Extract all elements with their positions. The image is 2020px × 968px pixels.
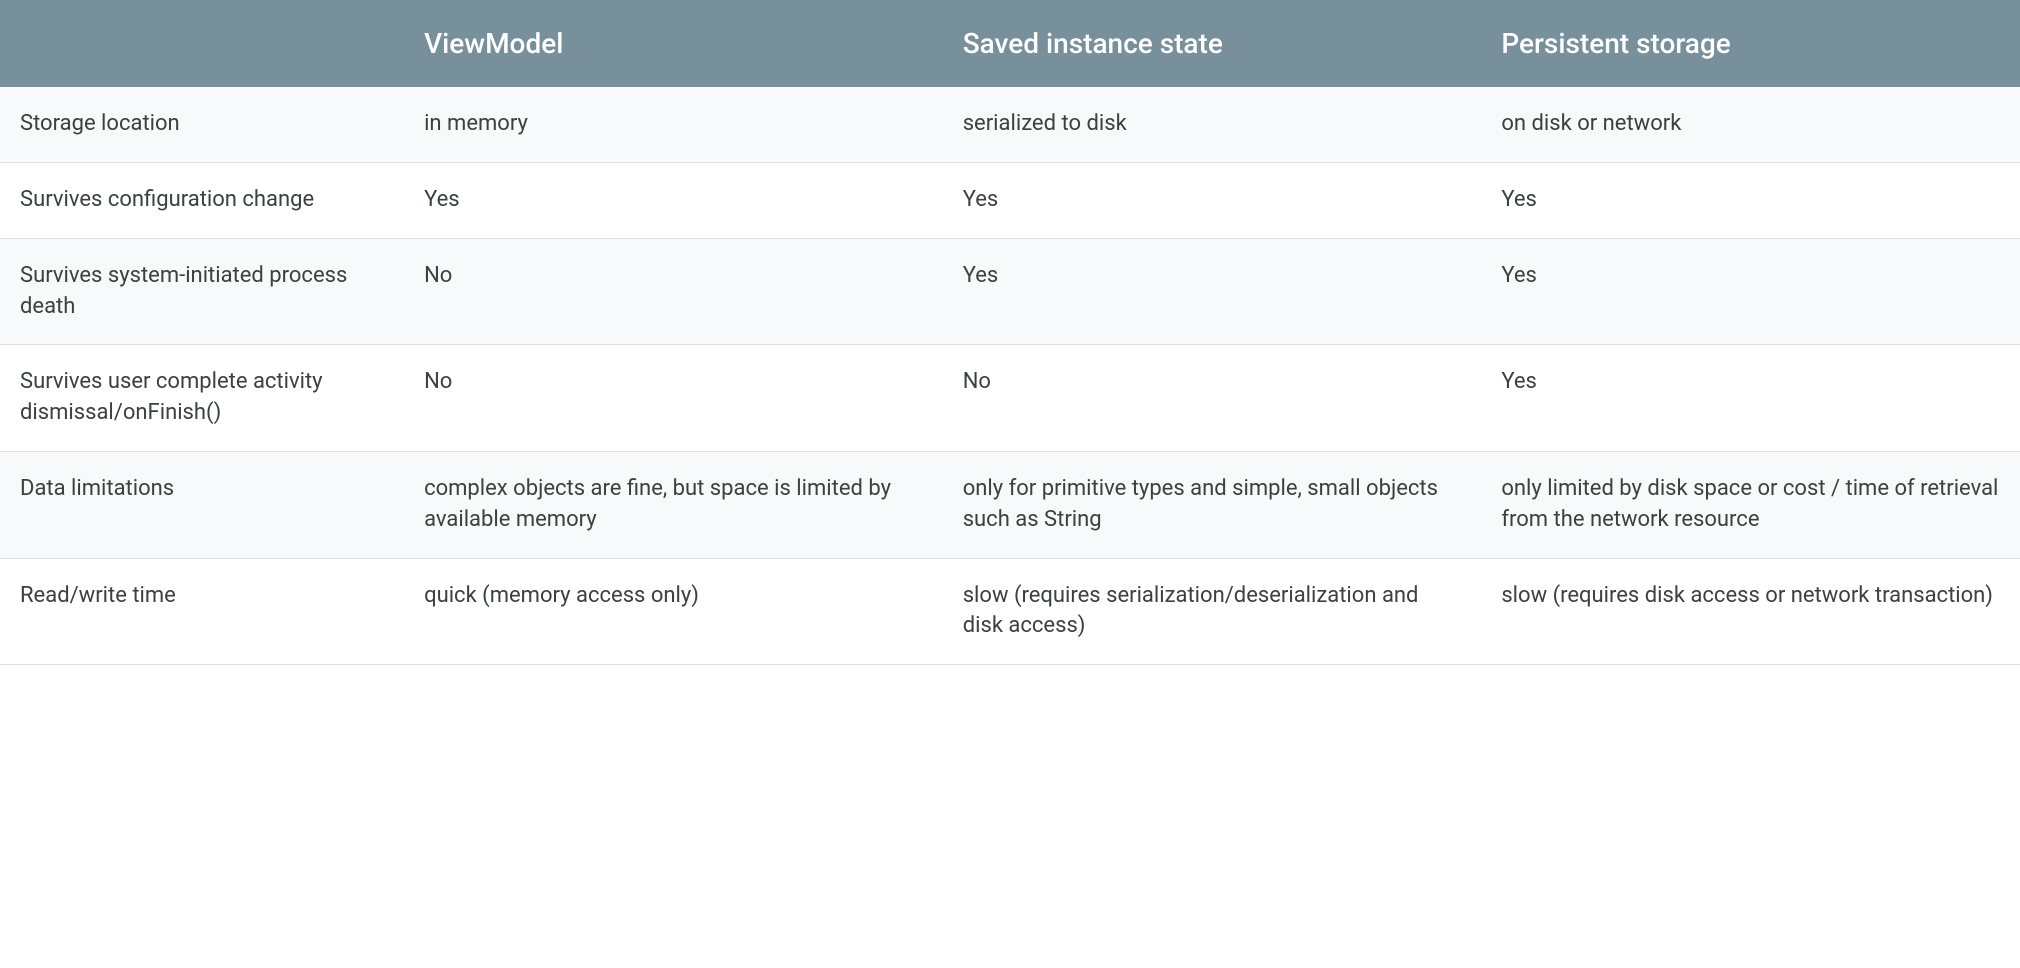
table-header-row: ViewModel Saved instance state Persisten…: [0, 0, 2020, 87]
table-header-blank: [0, 0, 404, 87]
cell-saved-instance-state: Yes: [943, 162, 1482, 238]
cell-persistent-storage: Yes: [1481, 238, 2020, 345]
row-label: Storage location: [0, 87, 404, 162]
cell-saved-instance-state: only for primitive types and simple, sma…: [943, 451, 1482, 558]
cell-persistent-storage: Yes: [1481, 162, 2020, 238]
table-row: Read/write time quick (memory access onl…: [0, 558, 2020, 665]
table-row: Survives user complete activity dismissa…: [0, 345, 2020, 452]
cell-viewmodel: quick (memory access only): [404, 558, 943, 665]
cell-saved-instance-state: slow (requires serialization/deserializa…: [943, 558, 1482, 665]
row-label: Read/write time: [0, 558, 404, 665]
cell-persistent-storage: slow (requires disk access or network tr…: [1481, 558, 2020, 665]
table-row: Survives system-initiated process death …: [0, 238, 2020, 345]
row-label: Survives system-initiated process death: [0, 238, 404, 345]
comparison-table: ViewModel Saved instance state Persisten…: [0, 0, 2020, 665]
cell-viewmodel: Yes: [404, 162, 943, 238]
table-header-viewmodel: ViewModel: [404, 0, 943, 87]
table-row: Survives configuration change Yes Yes Ye…: [0, 162, 2020, 238]
cell-persistent-storage: only limited by disk space or cost / tim…: [1481, 451, 2020, 558]
row-label: Data limitations: [0, 451, 404, 558]
table-row: Data limitations complex objects are fin…: [0, 451, 2020, 558]
cell-saved-instance-state: serialized to disk: [943, 87, 1482, 162]
row-label: Survives user complete activity dismissa…: [0, 345, 404, 452]
cell-persistent-storage: Yes: [1481, 345, 2020, 452]
table-header-saved-instance-state: Saved instance state: [943, 0, 1482, 87]
cell-saved-instance-state: Yes: [943, 238, 1482, 345]
cell-viewmodel: complex objects are fine, but space is l…: [404, 451, 943, 558]
cell-viewmodel: No: [404, 238, 943, 345]
cell-persistent-storage: on disk or network: [1481, 87, 2020, 162]
row-label: Survives configuration change: [0, 162, 404, 238]
table-header-persistent-storage: Persistent storage: [1481, 0, 2020, 87]
table-row: Storage location in memory serialized to…: [0, 87, 2020, 162]
cell-viewmodel: No: [404, 345, 943, 452]
cell-viewmodel: in memory: [404, 87, 943, 162]
cell-saved-instance-state: No: [943, 345, 1482, 452]
